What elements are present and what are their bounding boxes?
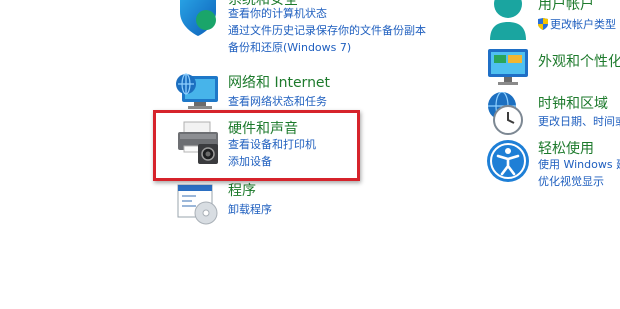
category-title[interactable]: 时钟和区域	[538, 95, 608, 113]
link-optimize-visual-display[interactable]: 优化视觉显示	[538, 175, 604, 189]
highlight-box	[153, 110, 360, 181]
link-change-date-time[interactable]: 更改日期、时间或	[538, 115, 620, 129]
user-icon[interactable]	[486, 0, 534, 42]
category-title[interactable]: 轻松使用	[538, 140, 594, 158]
category-title[interactable]: 外观和个性化	[538, 53, 620, 71]
link-backup-restore[interactable]: 备份和还原(Windows 7)	[228, 41, 351, 55]
accessibility-icon[interactable]	[486, 138, 534, 186]
category-title[interactable]: 网络和 Internet	[228, 74, 330, 92]
link-label: 更改帐户类型	[550, 18, 616, 31]
shield-icon[interactable]	[176, 0, 224, 40]
link-network-status[interactable]: 查看网络状态和任务	[228, 95, 327, 109]
link-change-account-type[interactable]: 更改帐户类型	[538, 18, 616, 32]
uac-shield-icon	[538, 18, 548, 30]
link-use-windows-suggestions[interactable]: 使用 Windows 建	[538, 158, 620, 172]
clock-globe-icon[interactable]	[486, 91, 534, 140]
link-check-computer-status[interactable]: 查看你的计算机状态	[228, 7, 327, 21]
link-file-history[interactable]: 通过文件历史记录保存你的文件备份副本	[228, 24, 426, 38]
category-title[interactable]: 用户帐户	[538, 0, 594, 14]
link-uninstall-program[interactable]: 卸载程序	[228, 203, 272, 217]
programs-disc-icon[interactable]	[176, 181, 224, 229]
category-title[interactable]: 程序	[228, 182, 256, 200]
monitor-icon[interactable]	[486, 47, 534, 95]
